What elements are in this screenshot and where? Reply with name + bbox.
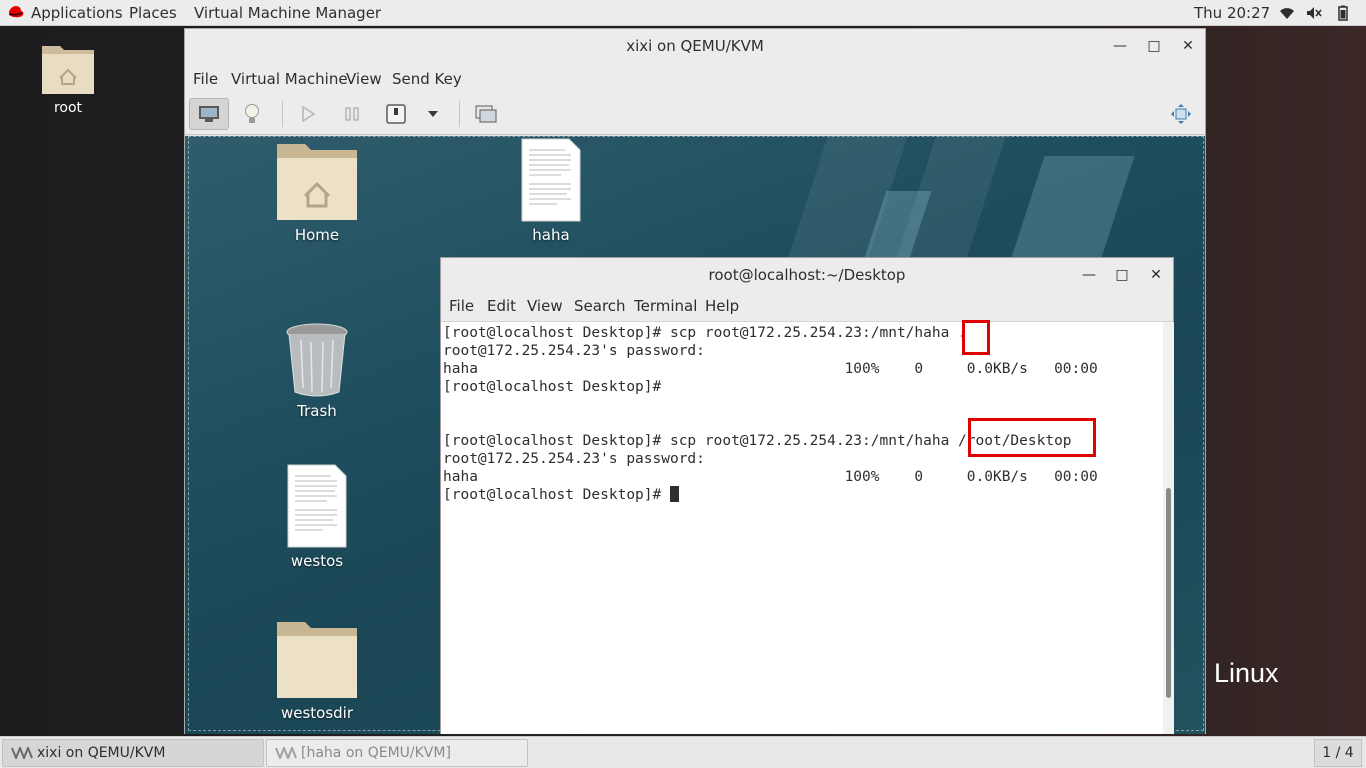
terminal-line: root@172.25.254.23's password: [443, 451, 714, 467]
terminal-scrollbar[interactable] [1163, 322, 1174, 734]
guest-icon-westos[interactable]: westos [277, 464, 357, 570]
guest-icon-label: westos [290, 552, 344, 570]
vm-menu-file[interactable]: File [193, 70, 218, 88]
top-bar: Applications Places Virtual Machine Mana… [0, 0, 1366, 26]
text-cursor [669, 486, 679, 502]
run-icon [302, 106, 316, 122]
dropdown-icon [428, 111, 438, 117]
pause-button[interactable] [332, 98, 372, 130]
app-menu[interactable]: Virtual Machine Manager [194, 4, 381, 22]
toolbar-separator [459, 101, 460, 127]
close-icon[interactable]: ✕ [1148, 267, 1164, 283]
task-haha[interactable]: [haha on QEMU/KVM] [266, 739, 528, 767]
applications-menu[interactable]: Applications [31, 4, 123, 22]
shutdown-dropdown[interactable] [414, 98, 452, 130]
vm-window-title: xixi on QEMU/KVM [185, 29, 1205, 65]
task-label: [haha on QEMU/KVM] [301, 745, 451, 761]
terminal-prompt-line: [root@localhost Desktop]# [443, 486, 679, 504]
folder-home-icon [42, 46, 94, 94]
guest-icon-label: westosdir [280, 704, 354, 722]
scrollbar-thumb[interactable] [1166, 488, 1171, 698]
wallpaper-text: Linux [1214, 658, 1279, 688]
terminal-line: haha 100% 0 0.0KB/s 00:00 [443, 469, 1133, 485]
guest-desktop[interactable]: Home haha Trash westos westosdir root@lo… [185, 136, 1205, 734]
vm-menu-virtual-machine[interactable]: Virtual Machine [231, 70, 348, 88]
guest-icon-label: Trash [297, 402, 337, 420]
vm-menu-view[interactable]: View [346, 70, 382, 88]
terminal-title: root@localhost:~/Desktop [441, 258, 1173, 292]
terminal-menu-help[interactable]: Help [705, 297, 739, 315]
terminal-line: [root@localhost Desktop]# scp root@172.2… [443, 325, 967, 341]
trash-icon [286, 323, 348, 397]
workspace-switcher[interactable]: 1 / 4 [1314, 739, 1362, 767]
guest-icon-label: Home [294, 226, 340, 244]
minimize-icon[interactable]: — [1081, 267, 1097, 283]
places-menu[interactable]: Places [129, 4, 177, 22]
minimize-icon[interactable]: — [1112, 38, 1128, 54]
shutdown-button[interactable] [376, 98, 416, 130]
folder-home-icon [277, 144, 357, 220]
vm-viewer-window: xixi on QEMU/KVM — □ ✕ File Virtual Mach… [184, 28, 1206, 734]
run-button[interactable] [288, 98, 328, 130]
vm-toolbar [185, 93, 1205, 135]
maximize-icon[interactable]: □ [1146, 38, 1162, 54]
terminal-line: [root@localhost Desktop]# [443, 379, 670, 395]
terminal-menu-view[interactable]: View [527, 297, 563, 315]
clock[interactable]: Thu 20:27 [1194, 4, 1270, 22]
console-icon [199, 106, 219, 122]
terminal-menu-edit[interactable]: Edit [487, 297, 516, 315]
task-xixi[interactable]: xixi on QEMU/KVM [2, 739, 264, 767]
volume-muted-icon[interactable] [1306, 5, 1322, 21]
toolbar-separator [282, 101, 283, 127]
terminal-menu-search[interactable]: Search [574, 297, 626, 315]
fullscreen-button[interactable] [1161, 98, 1201, 130]
terminal-line: root@172.25.254.23's password: [443, 343, 714, 359]
terminal-line: [root@localhost Desktop]# [443, 487, 670, 503]
bottom-taskbar: xixi on QEMU/KVM [haha on QEMU/KVM] 1 / … [0, 736, 1366, 768]
folder-icon [277, 622, 357, 698]
vm-window-icon [11, 747, 33, 759]
details-button[interactable] [232, 98, 272, 130]
guest-icon-trash[interactable]: Trash [273, 322, 361, 420]
text-file-icon [521, 138, 581, 222]
vm-window-icon [275, 747, 297, 759]
details-lightbulb-icon [245, 104, 259, 123]
maximize-icon[interactable]: □ [1114, 267, 1130, 283]
vm-menu-send-key[interactable]: Send Key [392, 70, 462, 88]
redhat-logo-icon [9, 6, 24, 18]
desktop-icon-root[interactable]: root [36, 40, 100, 116]
terminal-menubar: File Edit View Search Terminal Help [441, 292, 1173, 322]
desktop-icon-label: root [53, 100, 83, 116]
shutdown-icon [386, 104, 406, 124]
wifi-icon[interactable] [1279, 5, 1295, 21]
terminal-menu-terminal[interactable]: Terminal [634, 297, 697, 315]
guest-icon-label: haha [532, 226, 570, 244]
vm-menubar: File Virtual Machine View Send Key [185, 65, 1205, 93]
close-icon[interactable]: ✕ [1180, 38, 1196, 54]
terminal-menu-file[interactable]: File [449, 297, 474, 315]
fullscreen-icon [1171, 104, 1191, 124]
screenshot-button[interactable] [466, 98, 506, 130]
highlight-box-destination [968, 418, 1096, 457]
guest-icon-home[interactable]: Home [273, 140, 361, 244]
guest-icon-westosdir[interactable]: westosdir [273, 618, 361, 722]
task-label: xixi on QEMU/KVM [37, 745, 166, 761]
terminal-line: haha 100% 0 0.0KB/s 00:00 [443, 361, 1133, 377]
screenshot-icon [475, 105, 497, 123]
battery-icon[interactable] [1335, 5, 1351, 21]
terminal-window: root@localhost:~/Desktop — □ ✕ File Edit… [440, 257, 1174, 734]
text-file-icon [287, 464, 347, 548]
console-button[interactable] [189, 98, 229, 130]
guest-icon-haha[interactable]: haha [511, 138, 591, 244]
highlight-box-dot [962, 320, 990, 355]
terminal-output[interactable]: [root@localhost Desktop]# scp root@172.2… [441, 320, 1163, 734]
pause-icon [345, 107, 359, 121]
